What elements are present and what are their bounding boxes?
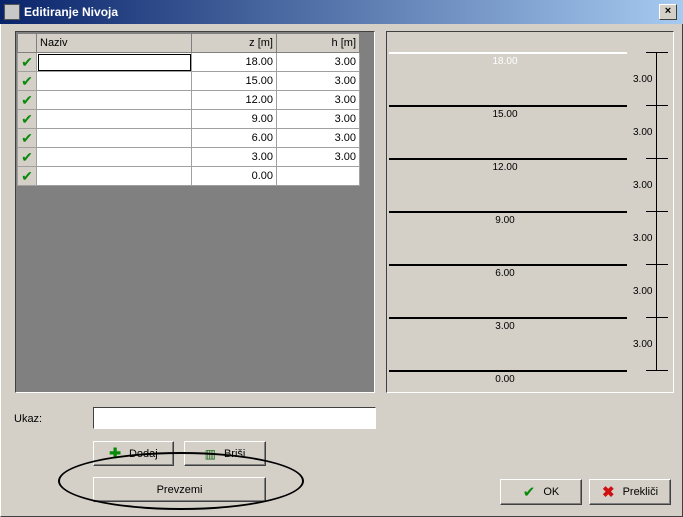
app-icon bbox=[4, 4, 20, 20]
cell-z[interactable]: 3.00 bbox=[191, 147, 277, 167]
preklici-button[interactable]: ✖ Prekliči bbox=[589, 479, 671, 505]
height-label: 3.00 bbox=[633, 233, 653, 244]
cell-h[interactable]: 3.00 bbox=[276, 90, 360, 110]
level-label: 6.00 bbox=[495, 268, 515, 279]
cell-h[interactable]: 3.00 bbox=[276, 71, 360, 91]
cell-z[interactable]: 15.00 bbox=[191, 71, 277, 91]
dimension-line bbox=[656, 52, 657, 370]
height-label: 3.00 bbox=[633, 286, 653, 297]
levels-table: Naziv z [m] h [m] ✔ 18.00 3.00 ✔ 15.00 3.00 ✔ 1… bbox=[17, 33, 360, 186]
height-label: 3.00 bbox=[633, 339, 653, 350]
ukaz-input[interactable] bbox=[93, 407, 376, 429]
level-label: 15.00 bbox=[492, 109, 518, 120]
level-label: 3.00 bbox=[495, 321, 515, 332]
level-label: 9.00 bbox=[495, 215, 515, 226]
table-row[interactable]: ✔ 12.00 3.00 bbox=[17, 90, 360, 110]
cell-naziv[interactable] bbox=[36, 147, 192, 167]
height-label: 3.00 bbox=[633, 74, 653, 85]
level-line bbox=[389, 52, 627, 54]
check-icon: ✔ bbox=[17, 128, 37, 148]
dimension-tick bbox=[646, 370, 668, 371]
cell-h[interactable]: 3.00 bbox=[276, 147, 360, 167]
check-icon: ✔ bbox=[17, 71, 37, 91]
cell-naziv[interactable] bbox=[36, 166, 192, 186]
x-icon: ✖ bbox=[601, 484, 615, 501]
dimension-tick bbox=[646, 52, 668, 53]
dimension-tick bbox=[646, 317, 668, 318]
cell-z[interactable]: 18.00 bbox=[191, 52, 277, 72]
levels-preview: 18.00 15.00 12.00 9.00 6.00 3.00 0.00 3.00 3.00 3… bbox=[386, 31, 674, 393]
dimension-tick bbox=[646, 158, 668, 159]
level-label: 12.00 bbox=[492, 162, 518, 173]
check-icon: ✔ bbox=[17, 147, 37, 167]
level-line bbox=[389, 370, 627, 372]
cell-z[interactable]: 6.00 bbox=[191, 128, 277, 148]
cell-naziv[interactable] bbox=[36, 71, 192, 91]
cell-z[interactable]: 0.00 bbox=[191, 166, 277, 186]
height-label: 3.00 bbox=[633, 180, 653, 191]
header-h[interactable]: h [m] bbox=[276, 33, 360, 53]
level-label: 0.00 bbox=[495, 374, 515, 385]
dimension-tick bbox=[646, 264, 668, 265]
row-indicator-header bbox=[17, 33, 37, 53]
cell-z[interactable]: 12.00 bbox=[191, 90, 277, 110]
level-label: 18.00 bbox=[492, 56, 518, 67]
header-z[interactable]: z [m] bbox=[191, 33, 277, 53]
level-line bbox=[389, 158, 627, 160]
cell-naziv[interactable] bbox=[36, 128, 192, 148]
check-icon: ✔ bbox=[17, 52, 37, 72]
cell-z[interactable]: 9.00 bbox=[191, 109, 277, 129]
cell-naziv[interactable] bbox=[36, 109, 192, 129]
table-row[interactable]: ✔ 3.00 3.00 bbox=[17, 147, 360, 167]
preklici-label: Prekliči bbox=[622, 486, 659, 498]
check-icon: ✔ bbox=[522, 484, 536, 501]
height-label: 3.00 bbox=[633, 127, 653, 138]
cell-h[interactable]: 3.00 bbox=[276, 52, 360, 72]
cell-naziv[interactable] bbox=[36, 52, 192, 72]
table-row[interactable]: ✔ 0.00 bbox=[17, 166, 360, 186]
cell-h[interactable]: 3.00 bbox=[276, 128, 360, 148]
ukaz-label: Ukaz: bbox=[14, 413, 43, 425]
check-icon: ✔ bbox=[17, 109, 37, 129]
level-line bbox=[389, 105, 627, 107]
close-button[interactable]: × bbox=[659, 4, 677, 20]
cell-naziv[interactable] bbox=[36, 90, 192, 110]
level-line bbox=[389, 264, 627, 266]
window-title: Editiranje Nivoja bbox=[24, 5, 119, 19]
level-line bbox=[389, 211, 627, 213]
dimension-tick bbox=[646, 211, 668, 212]
levels-grid: Naziv z [m] h [m] ✔ 18.00 3.00 ✔ 15.00 3.00 ✔ 1… bbox=[15, 31, 375, 393]
header-naziv[interactable]: Naziv bbox=[36, 33, 192, 53]
table-row[interactable]: ✔ 15.00 3.00 bbox=[17, 71, 360, 91]
table-row[interactable]: ✔ 6.00 3.00 bbox=[17, 128, 360, 148]
table-row[interactable]: ✔ 9.00 3.00 bbox=[17, 109, 360, 129]
ok-label: OK bbox=[543, 486, 560, 498]
dimension-tick bbox=[646, 105, 668, 106]
ok-button[interactable]: ✔ OK bbox=[500, 479, 582, 505]
level-line bbox=[389, 317, 627, 319]
check-icon: ✔ bbox=[17, 166, 37, 186]
title-bar: Editiranje Nivoja × bbox=[0, 0, 683, 24]
highlight-ellipse bbox=[58, 452, 304, 510]
check-icon: ✔ bbox=[17, 90, 37, 110]
cell-h[interactable]: 3.00 bbox=[276, 109, 360, 129]
cell-h[interactable] bbox=[276, 166, 360, 186]
table-row[interactable]: ✔ 18.00 3.00 bbox=[17, 52, 360, 72]
